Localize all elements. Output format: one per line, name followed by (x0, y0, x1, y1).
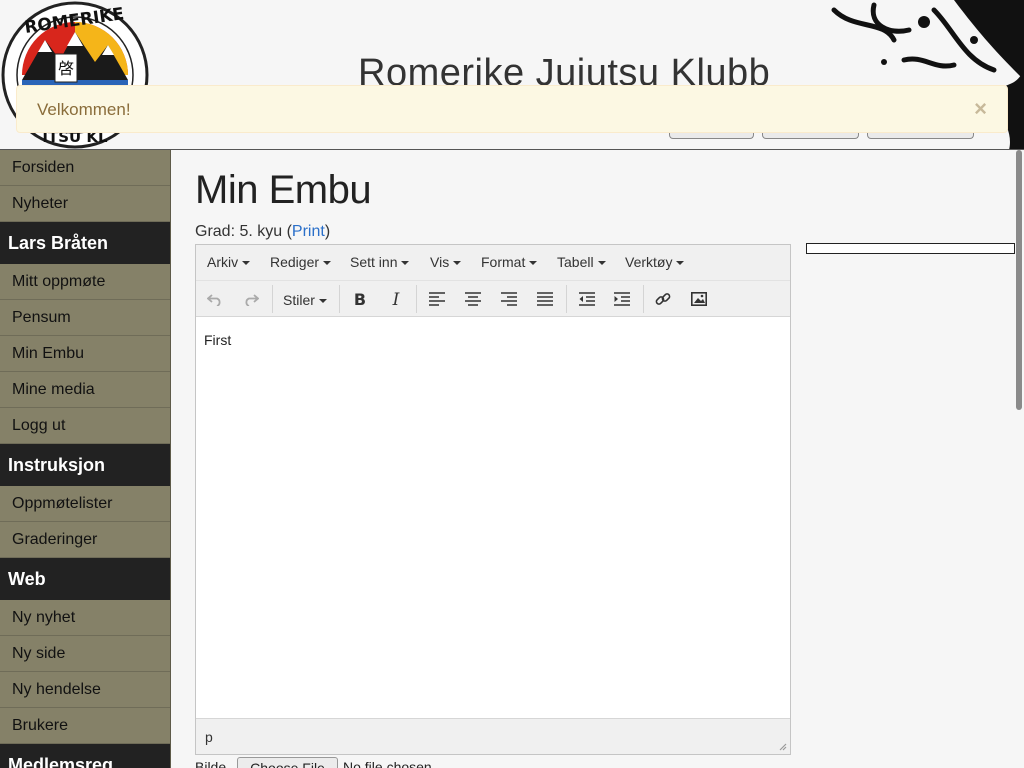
page-scrollbar[interactable] (1015, 150, 1024, 768)
menu-label: Format (481, 254, 526, 270)
caret-down-icon (597, 261, 606, 266)
element-path[interactable]: p (205, 729, 213, 745)
caret-down-icon (453, 261, 462, 266)
editor-statusbar: p (196, 718, 790, 754)
menu-arkiv[interactable]: Arkiv (207, 254, 251, 270)
resize-handle-icon[interactable] (778, 742, 787, 751)
caret-down-icon (318, 299, 327, 304)
alert-message: Velkommen! (37, 100, 131, 119)
caret-down-icon (323, 261, 332, 266)
editor-menubar: Arkiv Rediger Sett inn Vis Format Tabell… (196, 245, 790, 281)
menu-tabell[interactable]: Tabell (557, 254, 606, 270)
menu-label: Verktøy (625, 254, 673, 270)
svg-text:啓: 啓 (58, 59, 74, 78)
align-left-icon[interactable] (423, 287, 451, 311)
editor-paragraph[interactable]: First (204, 332, 782, 348)
grade-line: Grad: 5. kyu (Print) (195, 223, 330, 241)
outdent-icon[interactable] (573, 287, 601, 311)
sidebar-section-user: Lars Bråten (0, 222, 170, 264)
sidebar-item-logg-ut[interactable]: Logg ut (0, 408, 170, 444)
align-center-icon[interactable] (459, 287, 487, 311)
toolbar-separator (566, 285, 567, 313)
sidebar-item-brukere[interactable]: Brukere (0, 708, 170, 744)
menu-rediger[interactable]: Rediger (270, 254, 332, 270)
sidebar-item-mine-media[interactable]: Mine media (0, 372, 170, 408)
menu-vis[interactable]: Vis (430, 254, 462, 270)
sidebar-item-graderinger[interactable]: Graderinger (0, 522, 170, 558)
caret-down-icon (242, 261, 251, 266)
rich-text-editor: Arkiv Rediger Sett inn Vis Format Tabell… (195, 244, 791, 755)
sidebar-section-instruksjon: Instruksjon (0, 444, 170, 486)
sidebar-item-mitt-oppmote[interactable]: Mitt oppmøte (0, 264, 170, 300)
caret-down-icon (529, 261, 538, 266)
toolbar-separator (339, 285, 340, 313)
sidebar-item-ny-hendelse[interactable]: Ny hendelse (0, 672, 170, 708)
file-label: Bilde (195, 759, 227, 768)
sidebar-section-web: Web (0, 558, 170, 600)
sidebar-item-nyheter[interactable]: Nyheter (0, 186, 170, 222)
toolbar-separator (272, 285, 273, 313)
image-icon[interactable] (685, 287, 713, 311)
grade-text: Grad: 5. kyu ( (195, 223, 292, 240)
sidebar-item-ny-side[interactable]: Ny side (0, 636, 170, 672)
sidebar-item-oppmotelister[interactable]: Oppmøtelister (0, 486, 170, 522)
side-panel-box (806, 243, 1015, 254)
sidebar-item-forsiden[interactable]: Forsiden (0, 150, 170, 186)
indent-icon[interactable] (608, 287, 636, 311)
styles-label: Stiler (283, 292, 315, 308)
page-title: Min Embu (195, 168, 372, 212)
svg-text:B: B (354, 291, 366, 307)
caret-down-icon (401, 261, 410, 266)
menu-label: Vis (430, 254, 450, 270)
svg-text:I: I (392, 291, 400, 307)
sidebar-item-ny-nyhet[interactable]: Ny nyhet (0, 600, 170, 636)
menu-verktoy[interactable]: Verktøy (625, 254, 685, 270)
redo-icon[interactable] (237, 287, 265, 311)
file-status: No file chosen (343, 759, 432, 768)
choose-file-button[interactable]: Choose File (237, 757, 338, 768)
editor-toolbar: Stiler B I (196, 281, 790, 317)
styles-dropdown[interactable]: Stiler (283, 292, 327, 308)
caret-down-icon (676, 261, 685, 266)
menu-sett-inn[interactable]: Sett inn (350, 254, 410, 270)
bold-icon[interactable]: B (346, 287, 374, 311)
sidebar-section-medlemsreg: Medlemsreg (0, 744, 170, 768)
toolbar-separator (416, 285, 417, 313)
menu-label: Sett inn (350, 254, 398, 270)
welcome-alert: Velkommen! × (16, 85, 1008, 133)
grade-suffix: ) (324, 223, 331, 240)
menu-label: Rediger (270, 254, 320, 270)
sidebar-item-min-embu[interactable]: Min Embu (0, 336, 170, 372)
close-icon[interactable]: × (974, 96, 987, 122)
align-right-icon[interactable] (495, 287, 523, 311)
print-link[interactable]: Print (292, 223, 325, 240)
sidebar-item-pensum[interactable]: Pensum (0, 300, 170, 336)
menu-format[interactable]: Format (481, 254, 538, 270)
menu-label: Arkiv (207, 254, 239, 270)
undo-icon[interactable] (201, 287, 229, 311)
link-icon[interactable] (649, 287, 677, 311)
align-justify-icon[interactable] (531, 287, 559, 311)
menu-label: Tabell (557, 254, 594, 270)
scrollbar-thumb[interactable] (1016, 150, 1022, 410)
sidebar: Forsiden Nyheter Lars Bråten Mitt oppmøt… (0, 150, 171, 768)
toolbar-separator (643, 285, 644, 313)
italic-icon[interactable]: I (382, 287, 410, 311)
editor-content[interactable]: First (196, 318, 790, 718)
